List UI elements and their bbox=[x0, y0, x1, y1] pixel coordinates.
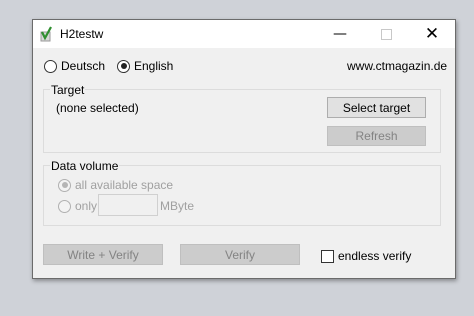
website-link[interactable]: www.ctmagazin.de bbox=[347, 59, 447, 73]
radio-all-space[interactable]: all available space bbox=[58, 178, 173, 192]
radio-deutsch[interactable]: Deutsch bbox=[44, 59, 105, 73]
target-value: (none selected) bbox=[56, 101, 139, 115]
radio-english-label: English bbox=[134, 59, 174, 73]
select-target-button[interactable]: Select target bbox=[327, 97, 426, 118]
close-icon: ✕ bbox=[424, 24, 440, 44]
h2testw-window: H2testw — ✕ Deutsch English www.ctmagazi… bbox=[32, 19, 456, 279]
radio-english-indicator[interactable] bbox=[117, 59, 130, 73]
maximize-icon bbox=[380, 28, 392, 40]
radio-only-label: only bbox=[75, 199, 98, 213]
radio-deutsch-label: Deutsch bbox=[61, 59, 106, 73]
radio-all-space-label: all available space bbox=[75, 178, 174, 192]
endless-verify-checkbox[interactable] bbox=[321, 249, 334, 263]
radio-all-space-indicator[interactable] bbox=[58, 178, 71, 192]
minimize-icon: — bbox=[333, 26, 347, 42]
endless-verify-label: endless verify bbox=[338, 249, 412, 263]
target-legend: Target bbox=[50, 83, 86, 97]
title-bar: H2testw — ✕ bbox=[33, 20, 455, 48]
mbyte-unit-label: MByte bbox=[160, 199, 195, 213]
endless-verify-checkbox-row[interactable]: endless verify bbox=[321, 249, 411, 263]
radio-english[interactable]: English bbox=[117, 59, 173, 73]
verify-button[interactable]: Verify bbox=[180, 244, 300, 265]
refresh-button[interactable]: Refresh bbox=[327, 126, 426, 146]
radio-only-indicator[interactable] bbox=[58, 199, 71, 213]
write-verify-button[interactable]: Write + Verify bbox=[43, 244, 163, 265]
close-button[interactable]: ✕ bbox=[409, 20, 455, 48]
data-volume-legend: Data volume bbox=[50, 159, 120, 173]
mbyte-amount-input[interactable] bbox=[98, 194, 158, 216]
window-title: H2testw bbox=[60, 27, 104, 41]
h2testw-app-icon bbox=[40, 26, 52, 42]
radio-deutsch-indicator[interactable] bbox=[44, 59, 57, 73]
radio-only[interactable]: only bbox=[58, 199, 97, 213]
maximize-button[interactable] bbox=[363, 20, 409, 48]
minimize-button[interactable]: — bbox=[317, 20, 363, 48]
